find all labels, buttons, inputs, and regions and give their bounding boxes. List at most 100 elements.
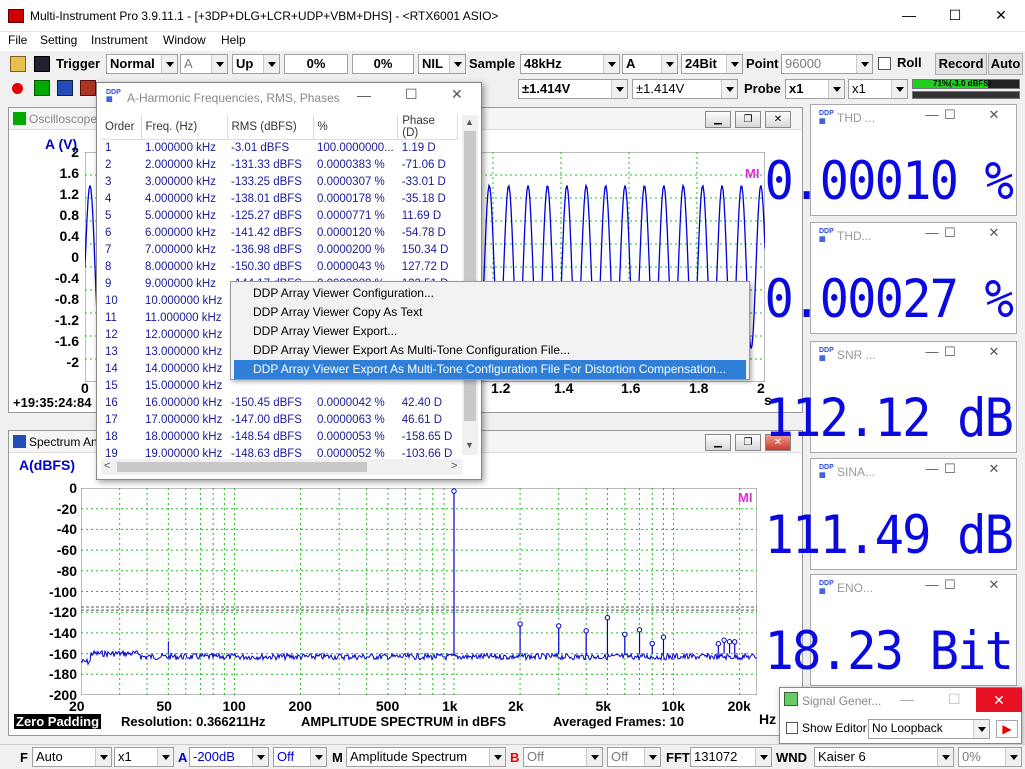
harm-hscrollbar[interactable]: < >	[101, 459, 462, 475]
meter-maximize-button[interactable]: ☐	[935, 344, 965, 360]
siggen-minimize-button[interactable]: —	[900, 691, 914, 707]
table-row[interactable]: 5 5.000000 kHz -125.27 dBFS 0.0000771 % 11.6…	[101, 208, 458, 225]
meter-close-button[interactable]: ✕	[979, 344, 1009, 360]
trigger-level-input[interactable]: 0%	[284, 54, 348, 74]
trigger-edge-select[interactable]: Up	[232, 54, 280, 74]
table-row[interactable]: 2 2.000000 kHz -131.33 dBFS 0.0000383 % -71.…	[101, 157, 458, 174]
table-row[interactable]: 8 8.000000 kHz -150.30 dBFS 0.0000043 % 127.…	[101, 259, 458, 276]
harm-cell: 0.0000120 %	[317, 227, 385, 239]
meter-maximize-button[interactable]: ☐	[935, 461, 965, 477]
show-editor-checkbox[interactable]	[786, 722, 798, 734]
ctx-configuration[interactable]: DDP Array Viewer Configuration...	[234, 284, 746, 303]
status-percent-select[interactable]: 0%	[958, 747, 1022, 767]
menu-help[interactable]: Help	[221, 33, 246, 47]
osc-restore-button[interactable]: ❐	[735, 111, 761, 128]
status-m-select[interactable]: Amplitude Spectrum	[346, 747, 506, 767]
trigger-mode-select[interactable]: Normal	[106, 54, 178, 74]
siggen-close-button[interactable]: ✕	[976, 688, 1022, 712]
table-row[interactable]: 17 17.000000 kHz -147.00 dBFS 0.0000063 % 46…	[101, 412, 458, 429]
menu-setting[interactable]: Setting	[40, 33, 77, 47]
meter-close-button[interactable]: ✕	[979, 461, 1009, 477]
harm-col-header[interactable]: Order	[101, 115, 142, 140]
harm-cell: 18.000000 kHz	[145, 431, 223, 443]
ctx-copy-as-text[interactable]: DDP Array Viewer Copy As Text	[234, 303, 746, 322]
trigger-delay-input[interactable]: 0%	[352, 54, 414, 74]
nil-select[interactable]: NIL	[418, 54, 466, 74]
meter-close-button[interactable]: ✕	[979, 225, 1009, 241]
trigger-channel-select[interactable]: A	[180, 54, 228, 74]
table-row[interactable]: 18 18.000000 kHz -148.54 dBFS 0.0000053 % -1…	[101, 429, 458, 446]
harm-minimize-button[interactable]: —	[357, 87, 371, 103]
osc-minimize-button[interactable]: ▁	[705, 111, 731, 128]
harm-cell: 9	[105, 278, 112, 290]
table-row[interactable]: 3 3.000000 kHz -133.25 dBFS 0.0000307 % -33.…	[101, 174, 458, 191]
status-off3-select[interactable]: Off	[607, 747, 661, 767]
meter-maximize-button[interactable]: ☐	[935, 107, 965, 123]
harm-cell: 127.72 D	[401, 261, 449, 273]
harm-col-header[interactable]: Phase (D)	[397, 115, 459, 140]
status-off1-select[interactable]: Off	[273, 747, 327, 767]
close-button[interactable]: ✕	[978, 0, 1024, 30]
probe-a-select[interactable]: x1	[785, 79, 845, 99]
table-row[interactable]: 1 1.000000 kHz -3.01 dBFS 100.0000000... 1.1…	[101, 140, 458, 157]
spec-minimize-button[interactable]: ▁	[705, 434, 731, 451]
auto-button[interactable]: Auto	[988, 53, 1023, 75]
meter-close-button[interactable]: ✕	[979, 577, 1009, 593]
harm-cell: 15	[105, 380, 118, 392]
peak-marker	[556, 623, 562, 629]
harm-col-header[interactable]: RMS (dBFS)	[227, 115, 314, 140]
point-select[interactable]: 96000	[781, 54, 873, 74]
table-row[interactable]: 7 7.000000 kHz -136.98 dBFS 0.0000200 % 150.…	[101, 242, 458, 259]
menu-window[interactable]: Window	[163, 33, 206, 47]
bar-icon[interactable]	[80, 80, 96, 96]
record-button[interactable]: Record	[935, 53, 987, 75]
harm-maximize-button[interactable]: ☐	[405, 86, 418, 103]
oscilloscope-icon[interactable]	[34, 80, 50, 96]
harm-col-header[interactable]: Freq. (Hz)	[141, 115, 228, 140]
ctx-export-multitone-distortion[interactable]: DDP Array Viewer Export As Multi-Tone Co…	[234, 360, 746, 379]
ctx-export-multitone[interactable]: DDP Array Viewer Export As Multi-Tone Co…	[234, 341, 746, 360]
status-off2-select[interactable]: Off	[523, 747, 603, 767]
status-f-select[interactable]: Auto	[32, 747, 112, 767]
table-row[interactable]: 15 15.000000 kHz	[101, 378, 458, 395]
status-mult-select[interactable]: x1	[114, 747, 174, 767]
range-b-select[interactable]: ±1.414V	[632, 79, 738, 99]
siggen-maximize-button[interactable]: ☐	[948, 691, 961, 708]
meter-close-button[interactable]: ✕	[979, 107, 1009, 123]
spectrum-caption: AMPLITUDE SPECTRUM in dBFS	[301, 714, 507, 729]
harm-cell: -35.18 D	[401, 193, 446, 205]
loopback-select[interactable]: No Loopback	[868, 719, 990, 739]
table-row[interactable]: 6 6.000000 kHz -141.42 dBFS 0.0000120 % -54.…	[101, 225, 458, 242]
open-folder-icon[interactable]	[10, 56, 26, 72]
menu-instrument[interactable]: Instrument	[91, 33, 148, 47]
minimize-button[interactable]: —	[886, 0, 932, 30]
harm-cell: 10	[105, 295, 118, 307]
harm-cell: -71.06 D	[401, 159, 446, 171]
roll-checkbox[interactable]	[878, 57, 891, 70]
maximize-button[interactable]: ☐	[932, 0, 978, 30]
channel-select[interactable]: A	[622, 54, 678, 74]
spectrum-icon[interactable]	[57, 80, 73, 96]
spectrum-plot[interactable]: MI	[81, 488, 757, 695]
meter-maximize-button[interactable]: ☐	[935, 225, 965, 241]
status-fft-select[interactable]: 131072	[690, 747, 772, 767]
osc-close-button[interactable]: ✕	[765, 111, 791, 128]
play-icon[interactable]: ▶	[996, 720, 1018, 738]
status-a-select[interactable]: -200dB	[189, 747, 269, 767]
spec-yunit: A(dBFS)	[19, 457, 75, 473]
status-window-select[interactable]: Kaiser 6	[814, 747, 954, 767]
record-dot-icon[interactable]	[12, 83, 23, 94]
range-a-select[interactable]: ±1.414V	[518, 79, 628, 99]
save-icon[interactable]	[34, 56, 50, 72]
spec-restore-button[interactable]: ❐	[735, 434, 761, 451]
probe-b-select[interactable]: x1	[848, 79, 908, 99]
harm-col-header[interactable]: %	[313, 115, 399, 140]
table-row[interactable]: 16 16.000000 kHz -150.45 dBFS 0.0000042 % 42…	[101, 395, 458, 412]
table-row[interactable]: 4 4.000000 kHz -138.01 dBFS 0.0000178 % -35.…	[101, 191, 458, 208]
bits-select[interactable]: 24Bit	[681, 54, 743, 74]
meter-maximize-button[interactable]: ☐	[935, 577, 965, 593]
ctx-export[interactable]: DDP Array Viewer Export...	[234, 322, 746, 341]
harm-close-button[interactable]: ✕	[451, 86, 463, 103]
menu-file[interactable]: File	[8, 33, 27, 47]
sample-rate-select[interactable]: 48kHz	[520, 54, 620, 74]
